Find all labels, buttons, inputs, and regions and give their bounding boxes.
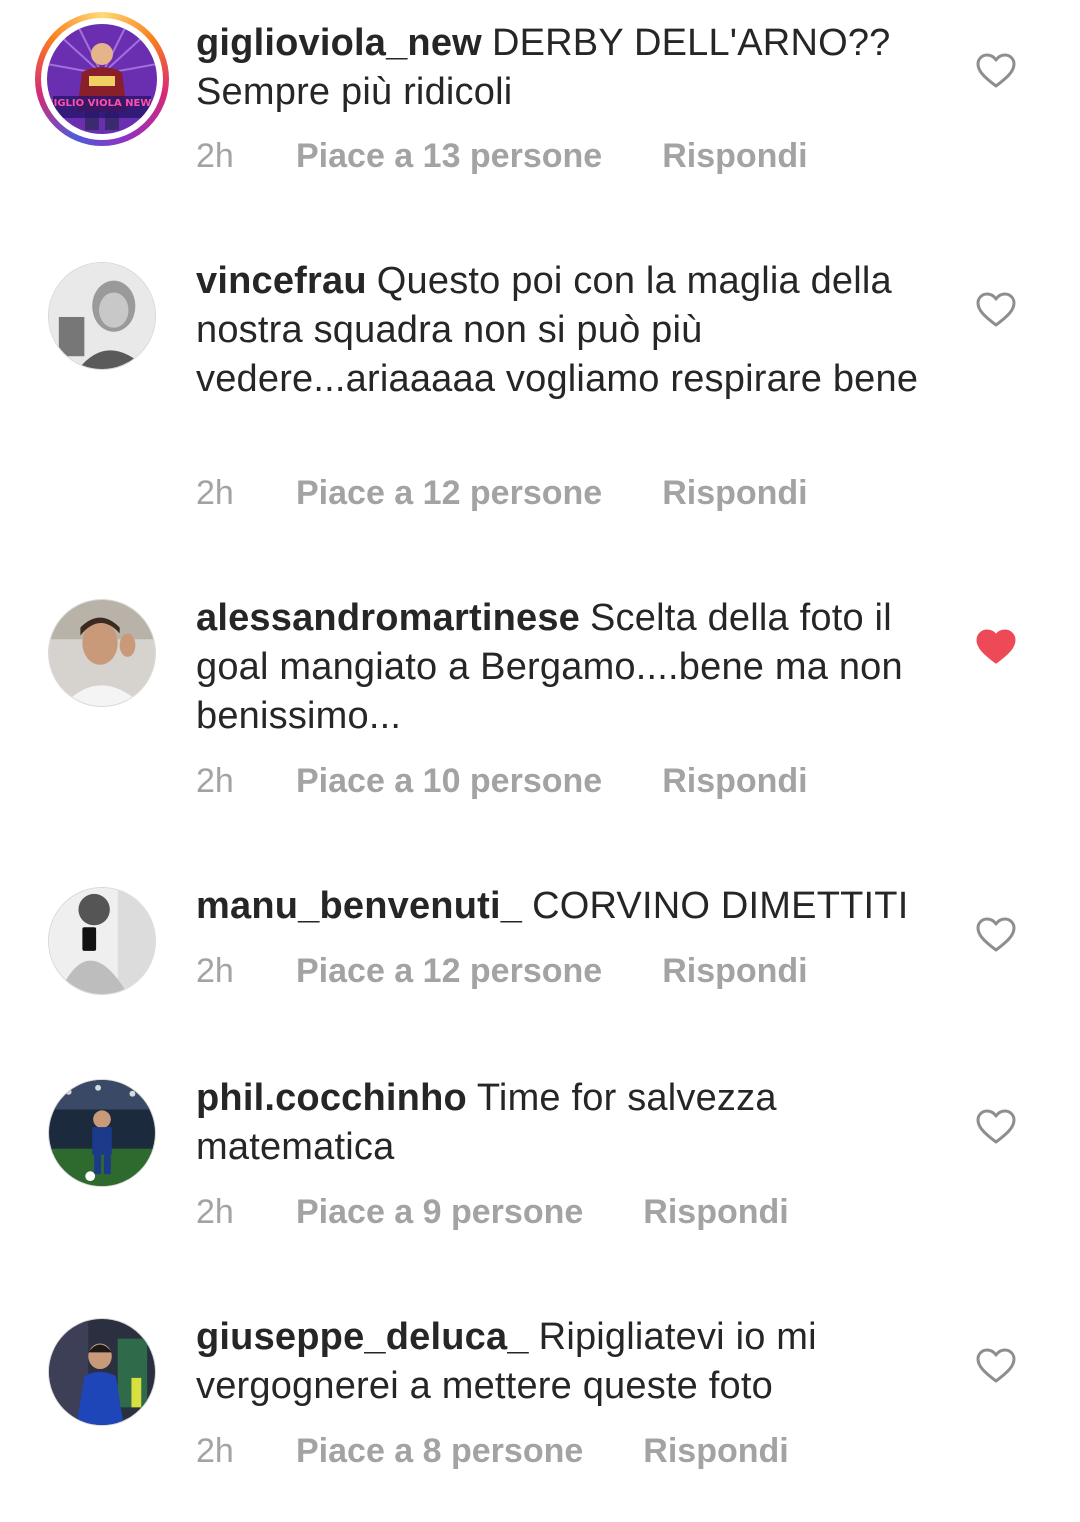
comment-body: manu_benvenuti_ CORVINO DIMETTITI bbox=[196, 882, 936, 931]
avatar-logo-text: GIGLIO VIOLA NEWS bbox=[47, 98, 157, 109]
comment-username[interactable]: phil.cocchinho bbox=[196, 1077, 467, 1119]
comment-body: giuseppe_deluca_ Ripigliatevi io mi vergo… bbox=[196, 1313, 936, 1411]
comment-likes-link[interactable]: Piace a 13 persone bbox=[296, 137, 602, 175]
comment-time: 2h bbox=[196, 474, 234, 512]
comment-time: 2h bbox=[196, 952, 234, 990]
reply-button[interactable]: Rispondi bbox=[662, 137, 807, 175]
comment-meta: 2h Piace a 10 persone Rispondi bbox=[196, 761, 808, 801]
reply-button[interactable]: Rispondi bbox=[643, 1432, 788, 1470]
story-ring-avatar[interactable]: GIGLIO VIOLA NEWS bbox=[35, 12, 169, 146]
reply-button[interactable]: Rispondi bbox=[662, 474, 807, 512]
comment-likes-link[interactable]: Piace a 12 persone bbox=[296, 474, 602, 512]
comment-text: CORVINO DIMETTITI bbox=[532, 885, 909, 927]
comment-username[interactable]: vincefrau bbox=[196, 260, 367, 302]
reply-button[interactable]: Rispondi bbox=[643, 1193, 788, 1231]
comment-body: vincefrau Questo poi con la maglia della … bbox=[196, 257, 936, 404]
like-heart-icon[interactable] bbox=[976, 1109, 1016, 1145]
comment-meta: 2h Piace a 12 persone Rispondi bbox=[196, 473, 808, 513]
comment-meta: 2h Piace a 13 persone Rispondi bbox=[196, 136, 808, 176]
comment-username[interactable]: giuseppe_deluca_ bbox=[196, 1316, 529, 1358]
comment-meta: 2h Piace a 8 persone Rispondi bbox=[196, 1431, 789, 1471]
comment-username[interactable]: manu_benvenuti_ bbox=[196, 885, 522, 927]
user-photo-avatar[interactable] bbox=[48, 1079, 156, 1187]
user-photo-avatar[interactable] bbox=[48, 887, 156, 995]
like-heart-icon[interactable] bbox=[976, 53, 1016, 89]
comment-likes-link[interactable]: Piace a 10 persone bbox=[296, 762, 602, 800]
like-heart-icon[interactable] bbox=[976, 917, 1016, 953]
comment-time: 2h bbox=[196, 1432, 234, 1470]
comment-body: phil.cocchinho Time for salvezza matemati… bbox=[196, 1074, 936, 1172]
comment-likes-link[interactable]: Piace a 12 persone bbox=[296, 952, 602, 990]
user-photo-avatar[interactable] bbox=[48, 599, 156, 707]
comment-likes-link[interactable]: Piace a 8 persone bbox=[296, 1432, 583, 1470]
reply-button[interactable]: Rispondi bbox=[662, 762, 807, 800]
comment-body: alessandromartinese Scelta della foto il … bbox=[196, 594, 936, 741]
comment-username[interactable]: alessandromartinese bbox=[196, 597, 580, 639]
comment-body: giglioviola_new DERBY DELL'ARNO?? Sempre … bbox=[196, 19, 936, 117]
like-heart-icon[interactable] bbox=[976, 1348, 1016, 1384]
giglio-viola-news-logo-avatar: GIGLIO VIOLA NEWS bbox=[47, 24, 157, 134]
comment-time: 2h bbox=[196, 1193, 234, 1231]
comment-time: 2h bbox=[196, 762, 234, 800]
comment-likes-link[interactable]: Piace a 9 persone bbox=[296, 1193, 583, 1231]
comment-meta: 2h Piace a 9 persone Rispondi bbox=[196, 1192, 789, 1232]
like-heart-icon[interactable] bbox=[976, 292, 1016, 328]
comment-username[interactable]: giglioviola_new bbox=[196, 22, 482, 64]
user-photo-avatar[interactable] bbox=[48, 262, 156, 370]
comment-meta: 2h Piace a 12 persone Rispondi bbox=[196, 951, 808, 991]
user-photo-avatar[interactable] bbox=[48, 1318, 156, 1426]
liked-heart-icon[interactable] bbox=[976, 629, 1016, 665]
reply-button[interactable]: Rispondi bbox=[662, 952, 807, 990]
comment-time: 2h bbox=[196, 137, 234, 175]
